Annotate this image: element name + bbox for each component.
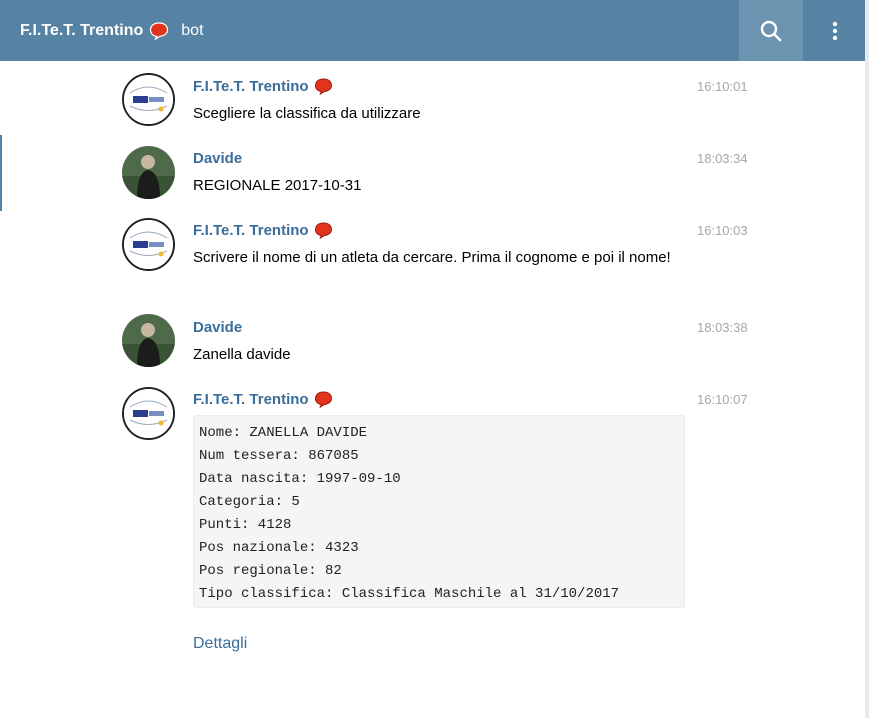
chat-header: F.I.Te.T. Trentino bot xyxy=(0,0,867,61)
message-author[interactable]: Davide xyxy=(193,150,242,167)
message-time: 16:10:07 xyxy=(697,392,748,407)
fitet-logo-avatar[interactable] xyxy=(122,218,175,271)
speech-bubble-icon xyxy=(314,222,333,239)
message-time: 18:03:34 xyxy=(697,151,748,166)
pre-line: Categoria: 5 xyxy=(199,494,300,510)
pre-line: Num tessera: 867085 xyxy=(199,448,359,464)
scrollbar-track[interactable] xyxy=(865,0,869,718)
message-time: 16:10:03 xyxy=(697,223,748,238)
pre-line: Punti: 4128 xyxy=(199,517,292,533)
message-author[interactable]: F.I.Te.T. Trentino xyxy=(193,222,333,239)
message-text: Scegliere la classifica da utilizzare xyxy=(193,105,421,122)
message-author[interactable]: F.I.Te.T. Trentino xyxy=(193,391,333,408)
chat-type-label: bot xyxy=(181,21,204,39)
selection-indicator xyxy=(0,135,2,211)
user-avatar[interactable] xyxy=(122,314,175,367)
speech-bubble-icon xyxy=(314,391,333,408)
message-text: Scrivere il nome di un atleta da cercare… xyxy=(193,249,671,266)
fitet-logo-avatar[interactable] xyxy=(122,73,175,126)
speech-bubble-icon xyxy=(149,21,169,40)
search-button[interactable] xyxy=(739,0,803,61)
author-name: Davide xyxy=(193,319,243,336)
user-avatar[interactable] xyxy=(122,146,175,199)
preformatted-block: Nome: ZANELLA DAVIDE Num tessera: 867085… xyxy=(193,415,685,608)
message-time: 16:10:01 xyxy=(697,79,748,94)
fitet-logo-avatar[interactable] xyxy=(122,387,175,440)
chat-title-area[interactable]: F.I.Te.T. Trentino bot xyxy=(0,0,204,61)
more-menu-button[interactable] xyxy=(803,0,867,61)
author-name: F.I.Te.T. Trentino xyxy=(193,222,309,239)
search-icon xyxy=(760,20,782,41)
message-time: 18:03:38 xyxy=(697,320,748,335)
pre-line: Data nascita: 1997-09-10 xyxy=(199,471,401,487)
speech-bubble-icon xyxy=(314,78,333,95)
pre-line: Pos regionale: 82 xyxy=(199,563,342,579)
pre-line: Nome: ZANELLA DAVIDE xyxy=(199,425,368,441)
more-vertical-icon xyxy=(832,21,838,40)
message-text: REGIONALE 2017-10-31 xyxy=(193,177,362,194)
author-name: Davide xyxy=(193,150,243,167)
pre-line: Pos nazionale: 4323 xyxy=(199,540,359,556)
message-author[interactable]: F.I.Te.T. Trentino xyxy=(193,78,333,95)
message-text: Zanella davide xyxy=(193,346,291,363)
details-link[interactable]: Dettagli xyxy=(193,635,247,653)
pre-line: Tipo classifica: Classifica Maschile al … xyxy=(199,586,620,602)
author-name: F.I.Te.T. Trentino xyxy=(193,78,309,95)
chat-name: F.I.Te.T. Trentino xyxy=(20,21,144,39)
author-name: F.I.Te.T. Trentino xyxy=(193,391,309,408)
message-author[interactable]: Davide xyxy=(193,319,242,336)
